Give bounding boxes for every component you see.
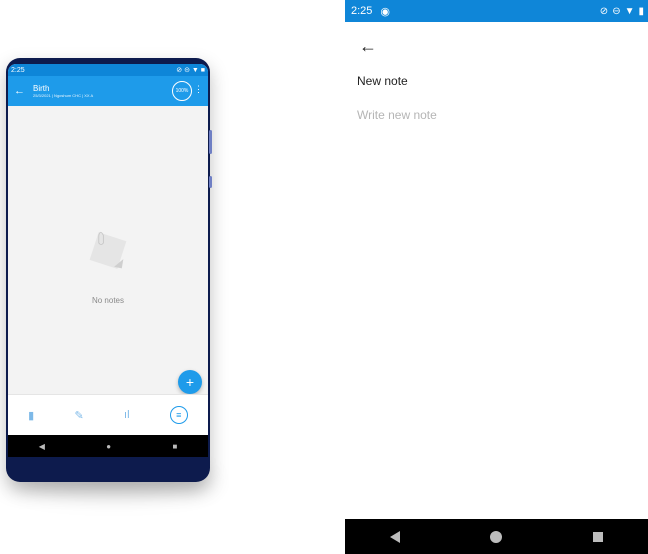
status-time: 2:25	[351, 5, 373, 17]
mute-icon: ⊘	[599, 5, 609, 17]
power-button	[209, 176, 212, 188]
preview-nav-back-icon[interactable]: ◀	[39, 442, 45, 451]
status-bar: 2:25 ◉ ⊘ ⊖ ▼ ▮	[345, 0, 648, 22]
preview-subtitle: 25/3/2021 | Ngoshum CHC | XX A	[33, 93, 94, 98]
preview-title-block: Birth 25/3/2021 | Ngoshum CHC | XX A	[33, 84, 93, 98]
preview-nav-recents-icon[interactable]: ■	[172, 442, 177, 451]
progress-indicator: 100%	[172, 81, 192, 101]
clipboard-icon[interactable]: ▮	[28, 409, 34, 422]
preview-nav-home-icon[interactable]: ●	[106, 442, 111, 451]
nav-home-icon[interactable]	[490, 530, 503, 543]
preview-system-nav: ◀ ● ■	[8, 435, 208, 457]
system-nav-bar	[345, 519, 648, 554]
empty-note-illustration	[89, 231, 127, 269]
preview-app-bar: ← Birth 25/3/2021 | Ngoshum CHC | XX A 1…	[8, 76, 208, 106]
status-icons: ⊘ ⊖ ▼ ▮	[600, 6, 644, 17]
preview-content: No notes	[8, 106, 208, 394]
notes-icon[interactable]: ≡	[169, 406, 188, 424]
chart-icon[interactable]: ıl	[124, 409, 130, 421]
status-left: 2:25 ◉	[351, 5, 390, 18]
dnd-icon: ⊖	[612, 5, 621, 17]
note-editor-screen: 2:25 ◉ ⊘ ⊖ ▼ ▮ ←	[345, 0, 648, 554]
note-body-input[interactable]	[357, 108, 627, 408]
wifi-icon: ▼	[624, 5, 635, 17]
back-icon[interactable]: ←	[14, 85, 25, 97]
preview-bottom-nav: ▮ ✎ ıl ≡	[8, 394, 208, 435]
preview-title: Birth	[33, 84, 50, 93]
preview-status-time: 2:25	[11, 66, 25, 74]
more-icon[interactable]: ⋮	[194, 84, 203, 95]
add-note-button[interactable]: +	[178, 370, 202, 394]
back-button[interactable]: ←	[359, 36, 377, 57]
edit-icon[interactable]: ✎	[75, 409, 84, 422]
nav-recents-icon[interactable]	[592, 531, 603, 542]
battery-icon: ▮	[638, 5, 644, 17]
volume-button	[209, 130, 212, 154]
preview-status-bar: 2:25 ⊘ ⊝ ▼ ■	[8, 64, 208, 76]
preview-screen: 2:25 ⊘ ⊝ ▼ ■ ← Birth 25/3/2021 | Ngoshum…	[8, 64, 208, 457]
preview-status-icons: ⊘ ⊝ ▼ ■	[176, 67, 205, 74]
app-notification-icon: ◉	[380, 5, 391, 18]
empty-state-text: No notes	[91, 296, 125, 305]
note-title-input[interactable]	[357, 74, 617, 88]
nav-back-icon[interactable]	[390, 530, 401, 543]
